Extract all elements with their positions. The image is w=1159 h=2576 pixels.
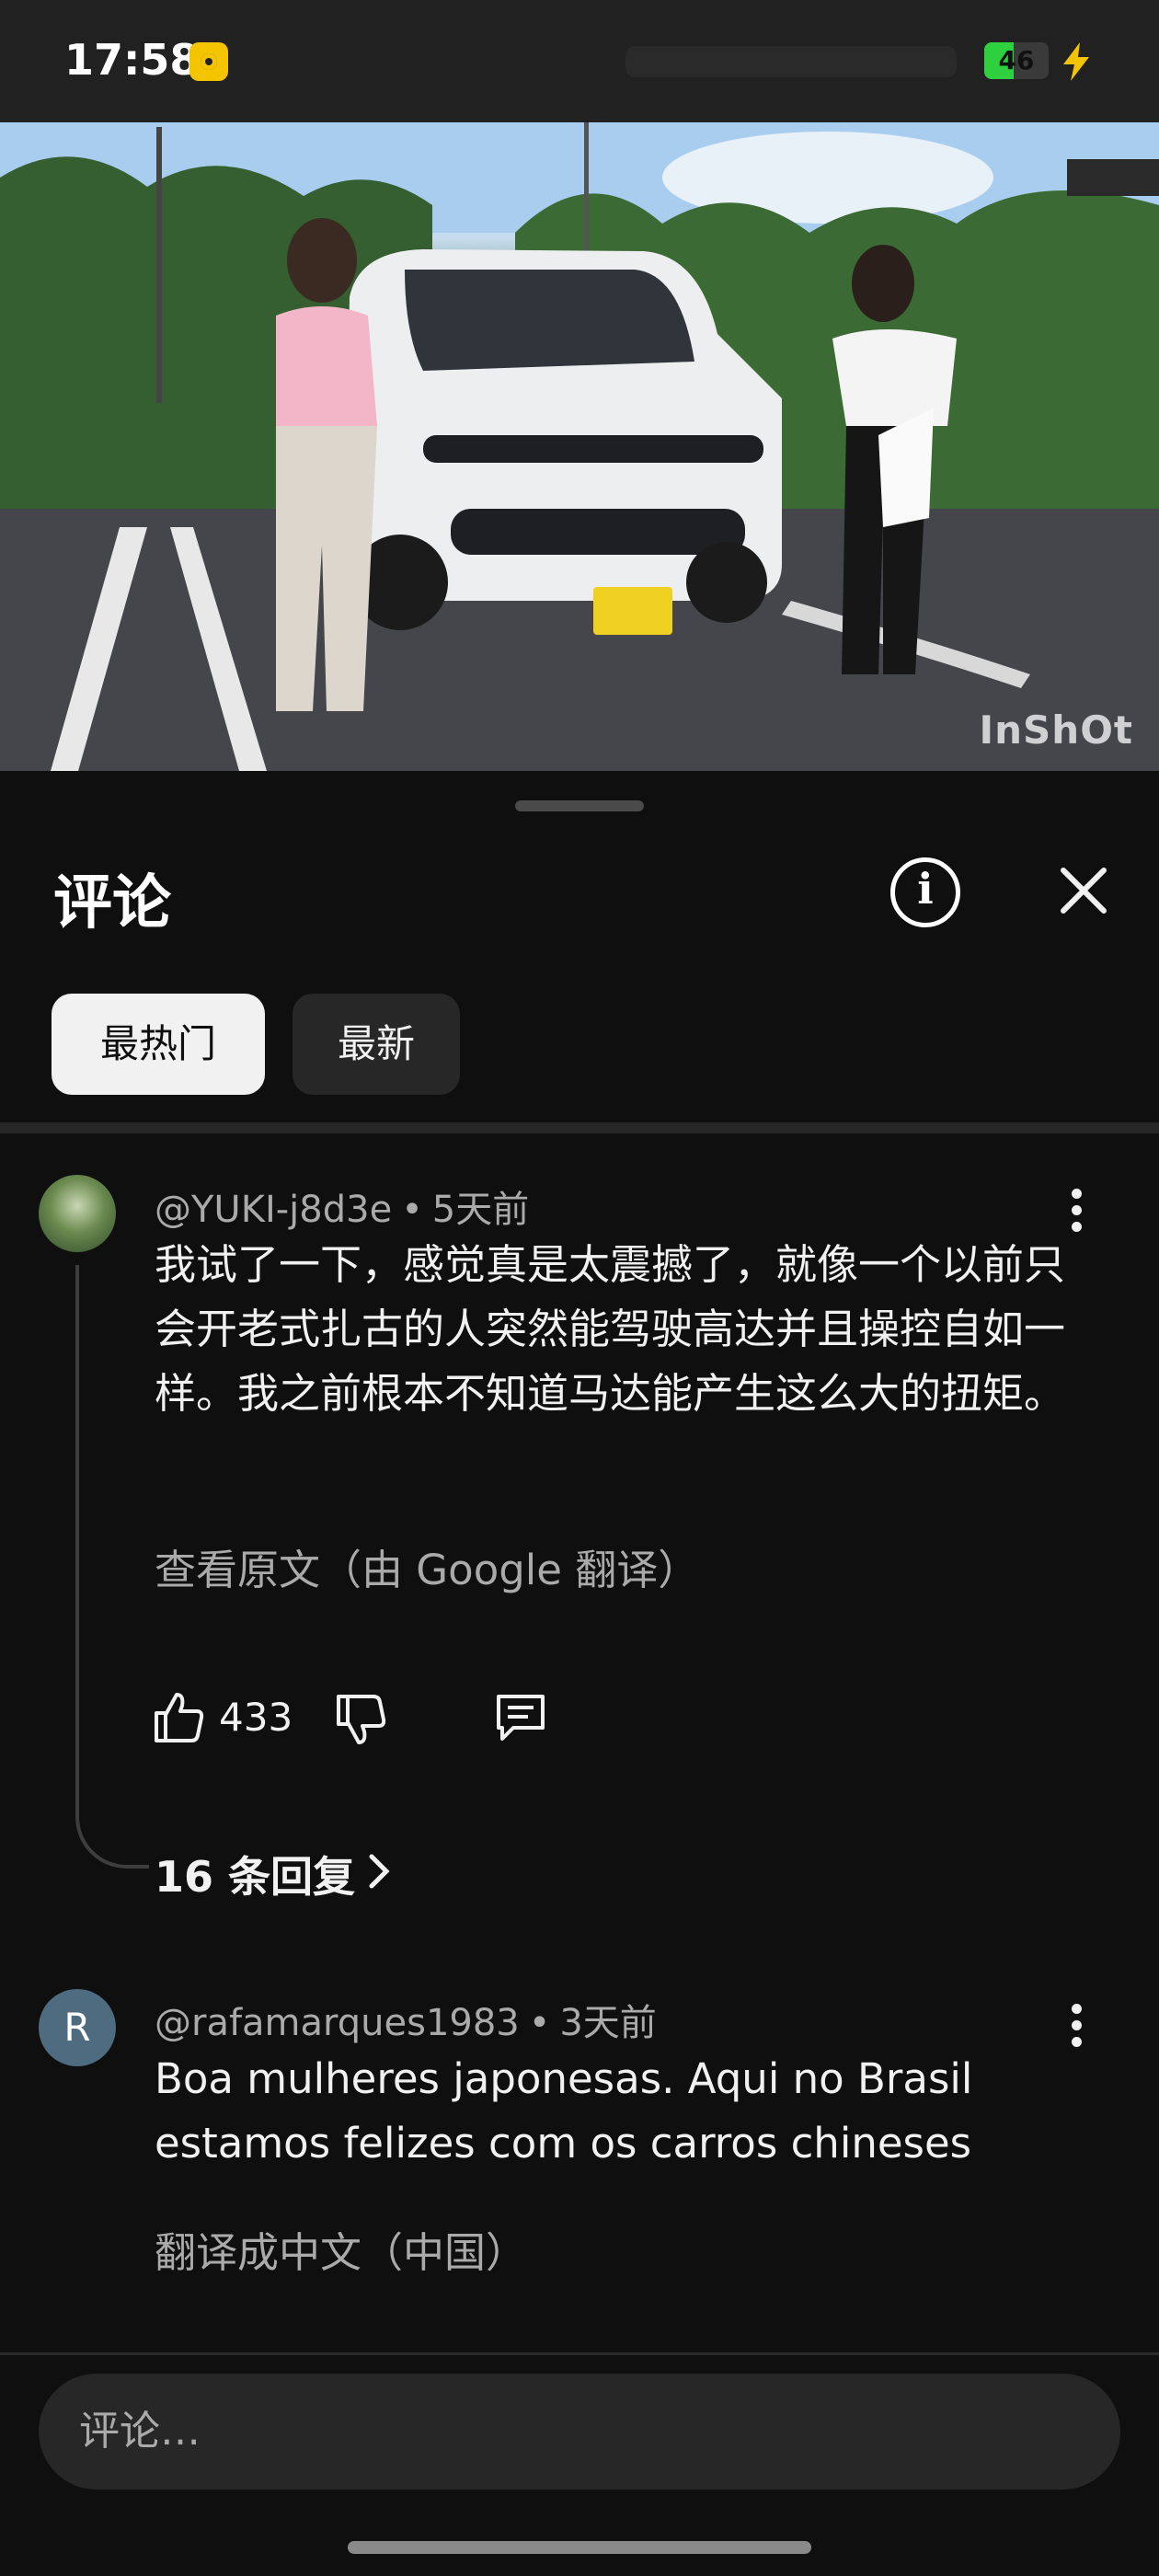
video-watermark: InShOt [979,707,1133,753]
info-button[interactable]: i [890,857,960,927]
comment-text: Boa mulheres japonesas. Aqui no Brasil e… [155,2054,973,2168]
avatar[interactable] [39,1175,116,1252]
thumb-down-icon[interactable] [335,1693,388,1746]
sheet-title: 评论 [53,869,171,937]
notification-app-icon [189,42,228,81]
divider [0,2352,1159,2355]
divider [0,1122,1159,1133]
chevron-right-icon[interactable] [366,1851,394,1892]
replies-button[interactable]: 16 条回复 [155,1844,355,1904]
battery-icon: 46 [984,42,1049,79]
like-count: 433 [219,1695,293,1740]
comment-time: 5天前 [431,1189,530,1231]
avatar[interactable]: R [39,1989,116,2066]
filter-top-comments[interactable]: 最热门 [52,994,265,1095]
comment-meta: @rafamarques1983 • 3天前 [155,1993,657,2046]
translate-link[interactable]: 翻译成中文（中国） [155,2219,527,2279]
video-frame [0,122,1159,771]
reply-icon[interactable] [493,1691,548,1744]
status-time: 17:58 [64,35,200,85]
home-indicator[interactable] [348,2541,811,2554]
thumb-up-icon[interactable] [153,1691,206,1744]
comment-time: 3天前 [559,2002,657,2044]
meta-separator: • [401,1189,423,1231]
comment-meta: @YUKI-j8d3e • 5天前 [155,1179,529,1233]
translate-link[interactable]: 查看原文（由 Google 翻译） [155,1536,699,1596]
battery-level: 46 [998,45,1035,75]
more-vert-icon[interactable] [1067,2004,1085,2059]
comment-text: 我试了一下，感觉真是太震撼了，就像一个以前只会开老式扎古的人突然能驾驶高达并且操… [155,1240,1066,1418]
meta-separator: • [528,2002,551,2044]
comment-author[interactable]: @rafamarques1983 [155,2002,520,2044]
comment-input[interactable]: 评论… [39,2374,1120,2490]
video-player[interactable]: InShOt [0,122,1159,771]
close-icon[interactable] [1054,861,1113,920]
status-bar: 17:58 46 [0,0,1159,122]
info-icon: i [917,864,934,914]
comments-sheet: 评论 i 最热门 最新 [0,773,1159,2576]
charging-icon [1063,42,1089,81]
filter-newest[interactable]: 最新 [293,994,460,1095]
thread-line [75,1265,149,1869]
drag-handle[interactable] [515,800,644,811]
comment-author[interactable]: @YUKI-j8d3e [155,1189,392,1231]
status-blurred-area [625,46,957,77]
